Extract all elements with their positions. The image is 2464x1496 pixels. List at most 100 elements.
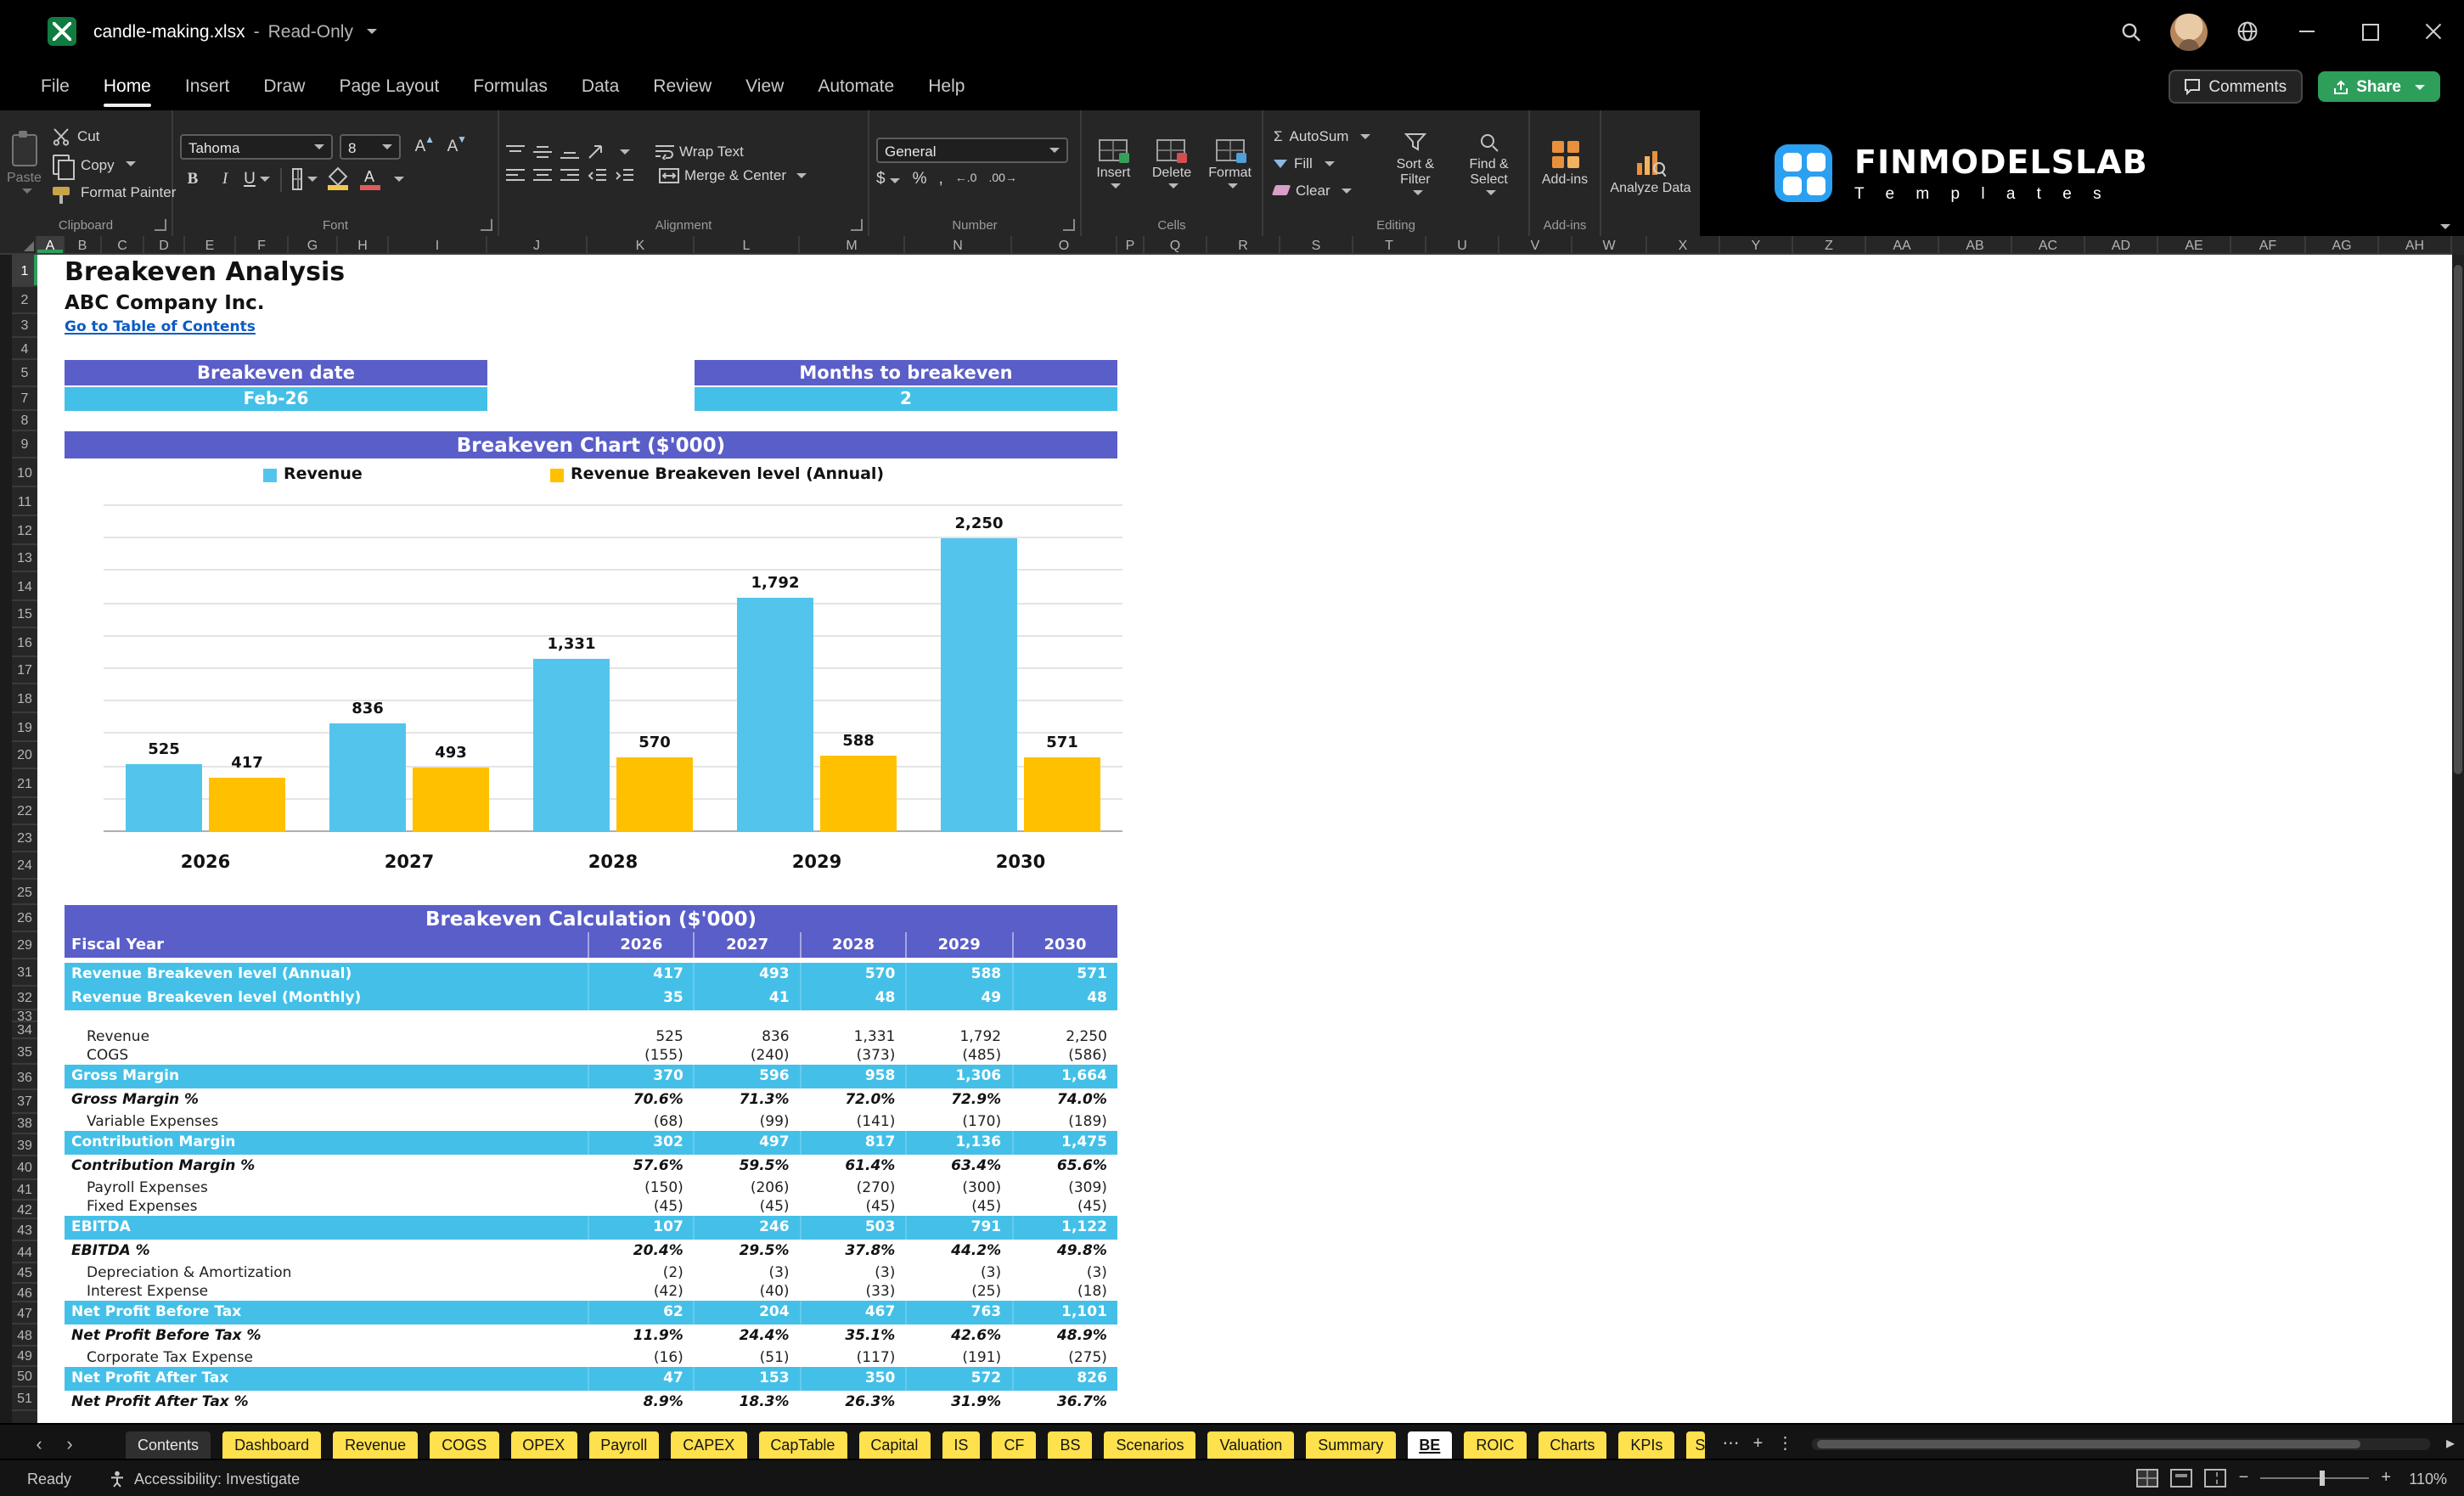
legend-item-revenue[interactable]: Revenue [263, 465, 363, 484]
chart-bar-revenue[interactable] [941, 538, 1017, 832]
shrink-font-button[interactable]: A ▼ [440, 134, 467, 160]
horizontal-scrollbar-thumb[interactable] [1817, 1440, 2361, 1448]
table-row[interactable]: Net Profit After Tax 47 153 350 572 826 [65, 1367, 1117, 1391]
row-header-12[interactable]: 12 [12, 516, 37, 545]
sheet-tab-contents[interactable]: Contents [126, 1431, 211, 1459]
increase-indent-button[interactable] [615, 167, 633, 183]
row-header-20[interactable]: 20 [12, 742, 37, 769]
table-row[interactable]: Contribution Margin 302 497 817 1,136 1,475 [65, 1131, 1117, 1155]
tab-scroll-left-button[interactable]: ‹ [24, 1430, 54, 1459]
excel-app-icon[interactable] [48, 17, 76, 46]
row-header-4[interactable]: 4 [12, 338, 37, 360]
row-header-42[interactable]: 42 [12, 1201, 37, 1219]
column-header-R[interactable]: R [1207, 236, 1280, 253]
clear-button[interactable]: Clear [1270, 180, 1374, 200]
row-header-22[interactable]: 22 [12, 798, 37, 825]
column-header-L[interactable]: L [695, 236, 800, 253]
cut-button[interactable]: Cut [50, 125, 179, 147]
decrease-indent-button[interactable] [588, 167, 606, 183]
row-header-40[interactable]: 40 [12, 1156, 37, 1180]
table-row[interactable]: COGS (155) (240) (373) (485) (586) [65, 1046, 1117, 1065]
scroll-right-arrow[interactable]: ▸ [2437, 1430, 2464, 1459]
analyze-data-button[interactable]: Analyze Data [1608, 117, 1693, 226]
alignment-dialog-launcher[interactable] [851, 219, 863, 231]
column-header-E[interactable]: E [185, 236, 236, 253]
row-header-14[interactable]: 14 [12, 572, 37, 601]
align-bottom-button[interactable] [560, 143, 579, 159]
row-header-18[interactable]: 18 [12, 684, 37, 713]
column-header-Y[interactable]: Y [1720, 236, 1793, 253]
column-header-O[interactable]: O [1012, 236, 1117, 253]
table-row[interactable]: Gross Margin 370 596 958 1,306 1,664 [65, 1065, 1117, 1088]
row-header-35[interactable]: 35 [12, 1039, 37, 1065]
align-top-button[interactable] [506, 143, 525, 159]
menu-tab-page-layout[interactable]: Page Layout [322, 63, 456, 110]
row-header-26[interactable]: 26 [12, 905, 37, 932]
table-row[interactable]: Gross Margin % 70.6% 71.3% 72.0% 72.9% 74.0% [65, 1088, 1117, 1112]
underline-button[interactable]: U [244, 166, 271, 192]
row-header-9[interactable]: 9 [12, 431, 37, 458]
decrease-decimal-button[interactable]: .00→ [988, 173, 1016, 185]
column-header-AE[interactable]: AE [2158, 236, 2231, 253]
addins-button[interactable]: Add-ins [1537, 117, 1593, 209]
sheet-tab-roic[interactable]: ROIC [1464, 1431, 1527, 1459]
bold-button[interactable]: B [180, 166, 205, 192]
row-header-7[interactable]: 7 [12, 387, 37, 411]
column-header-X[interactable]: X [1647, 236, 1720, 253]
page-layout-view-button[interactable] [2170, 1469, 2193, 1488]
column-header-H[interactable]: H [338, 236, 389, 253]
format-painter-button[interactable]: Format Painter [50, 181, 179, 204]
column-header-B[interactable]: B [65, 236, 102, 253]
row-header-38[interactable]: 38 [12, 1114, 37, 1134]
column-header-J[interactable]: J [487, 236, 588, 253]
zoom-slider-thumb[interactable] [2320, 1471, 2326, 1486]
normal-view-button[interactable] [2136, 1469, 2159, 1488]
row-header-46[interactable]: 46 [12, 1284, 37, 1302]
tab-scroll-right-button[interactable]: › [54, 1430, 85, 1459]
comments-button[interactable]: Comments [2168, 70, 2303, 104]
row-header-24[interactable]: 24 [12, 852, 37, 880]
table-row[interactable]: EBITDA % 20.4% 29.5% 37.8% 44.2% 49.8% [65, 1240, 1117, 1263]
column-header-F[interactable]: F [236, 236, 289, 253]
align-right-button[interactable] [560, 167, 579, 183]
row-header-51[interactable]: 51 [12, 1387, 37, 1411]
column-header-AG[interactable]: AG [2306, 236, 2379, 253]
font-dialog-launcher[interactable] [481, 219, 492, 231]
wrap-text-button[interactable]: Wrap Text [655, 143, 744, 160]
sheet-tab-bs[interactable]: BS [1048, 1431, 1093, 1459]
sheet-tab-capital[interactable]: Capital [858, 1431, 931, 1459]
window-title[interactable]: candle-making.xlsx - Read-Only [93, 21, 377, 42]
column-header-AH[interactable]: AH [2379, 236, 2452, 253]
row-header-3[interactable]: 3 [12, 314, 37, 338]
sheet-tab-cogs[interactable]: COGS [430, 1431, 499, 1459]
column-header-I[interactable]: I [389, 236, 487, 253]
table-row[interactable]: Payroll Expenses (150) (206) (270) (300) (309… [65, 1178, 1117, 1197]
column-header-P[interactable]: P [1117, 236, 1145, 253]
copy-button[interactable]: Copy [50, 152, 179, 179]
paste-button[interactable]: Paste [7, 117, 42, 209]
close-button[interactable] [2401, 0, 2464, 63]
sheet-tab-be[interactable]: BE [1407, 1431, 1453, 1459]
table-row[interactable]: Net Profit After Tax % 8.9% 18.3% 26.3% 31.9… [65, 1391, 1117, 1414]
sheet-tab-is[interactable]: IS [942, 1431, 981, 1459]
sort-filter-button[interactable]: Sort & Filter [1382, 117, 1448, 209]
share-button[interactable]: Share [2317, 71, 2440, 102]
menu-tab-formulas[interactable]: Formulas [456, 63, 565, 110]
menu-tab-help[interactable]: Help [911, 63, 982, 110]
clipboard-dialog-launcher[interactable] [155, 219, 166, 231]
row-header-37[interactable]: 37 [12, 1090, 37, 1114]
column-header-T[interactable]: T [1353, 236, 1426, 253]
chart-bar-revenue[interactable] [329, 723, 406, 832]
table-row[interactable]: Revenue Breakeven level (Annual) 417 493 57… [65, 963, 1117, 987]
menu-tab-home[interactable]: Home [87, 63, 168, 110]
align-center-button[interactable] [533, 167, 552, 183]
column-header-K[interactable]: K [588, 236, 695, 253]
italic-button[interactable]: I [212, 166, 238, 192]
column-header-M[interactable]: M [800, 236, 905, 253]
menu-tab-view[interactable]: View [729, 63, 801, 110]
column-header-G[interactable]: G [289, 236, 338, 253]
zoom-slider[interactable] [2260, 1471, 2370, 1486]
column-header-D[interactable]: D [144, 236, 185, 253]
row-header-31[interactable]: 31 [12, 959, 37, 987]
format-cells-button[interactable]: Format [1205, 117, 1255, 209]
